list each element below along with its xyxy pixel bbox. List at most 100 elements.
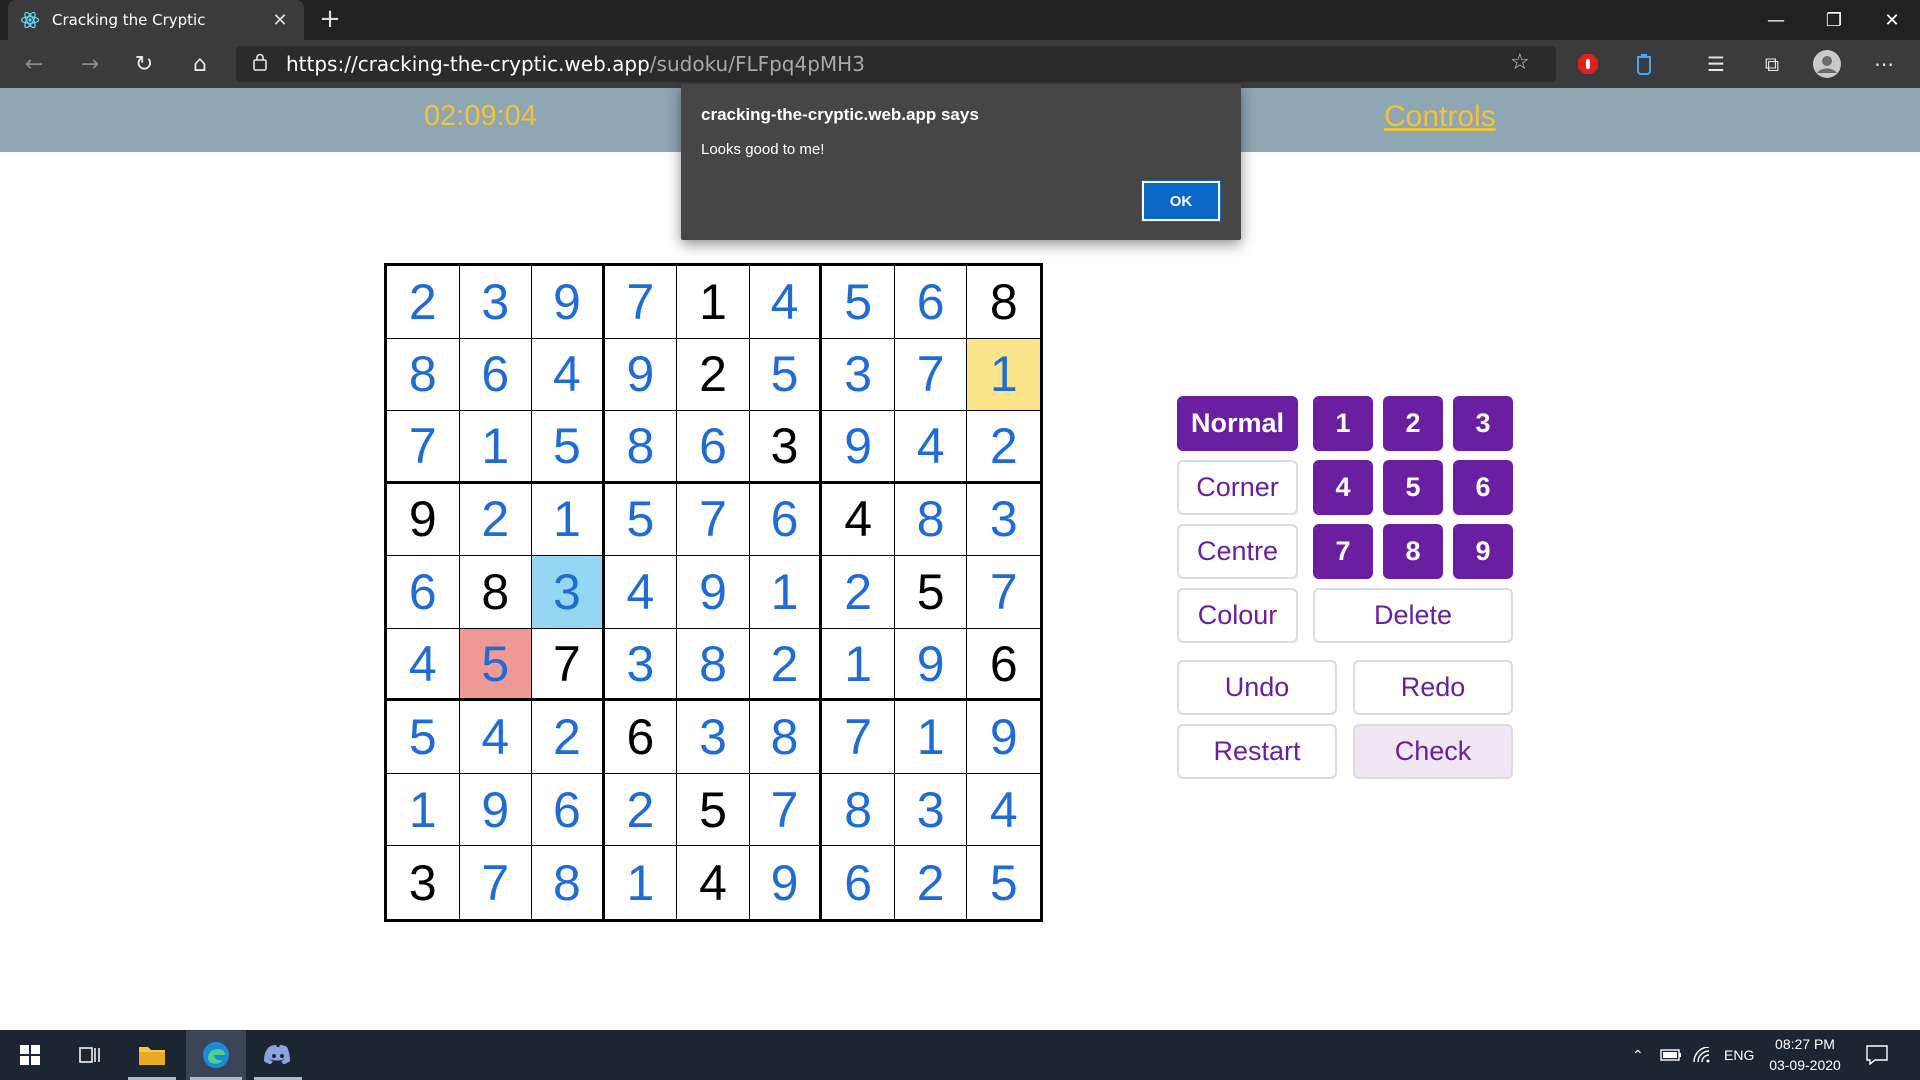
check-button[interactable]: Check	[1353, 724, 1513, 779]
delete-button[interactable]: Delete	[1313, 588, 1513, 643]
sudoku-cell[interactable]: 3	[604, 628, 678, 702]
show-hidden-icons[interactable]: ⌃	[1632, 1030, 1644, 1080]
sudoku-cell[interactable]: 7	[460, 846, 533, 919]
collections-icon[interactable]: ⧉	[1758, 50, 1786, 78]
sudoku-cell[interactable]: 8	[967, 266, 1040, 339]
sudoku-cell[interactable]: 4	[749, 266, 823, 339]
sudoku-cell[interactable]: 5	[822, 266, 895, 339]
digit-2-button[interactable]: 2	[1383, 396, 1443, 451]
notifications-icon[interactable]	[1866, 1030, 1888, 1080]
sudoku-cell[interactable]: 5	[459, 628, 533, 702]
sudoku-cell[interactable]: 1	[677, 266, 750, 339]
normal-mode-button[interactable]: Normal	[1177, 396, 1298, 451]
sudoku-cell[interactable]: 9	[387, 483, 460, 557]
sudoku-cell[interactable]: 3	[822, 338, 895, 412]
sudoku-cell[interactable]: 1	[967, 338, 1040, 412]
sudoku-cell[interactable]: 3	[749, 411, 823, 484]
windows-start-icon[interactable]	[2, 1030, 58, 1080]
favorite-star-icon[interactable]: ☆	[1510, 50, 1530, 75]
colour-mode-button[interactable]: Colour	[1177, 588, 1298, 643]
corner-mode-button[interactable]: Corner	[1177, 460, 1298, 515]
sudoku-cell[interactable]: 8	[822, 773, 895, 847]
discord-icon[interactable]	[250, 1030, 306, 1080]
digit-4-button[interactable]: 4	[1313, 460, 1373, 515]
forward-arrow-icon[interactable]: →	[72, 48, 108, 80]
sudoku-cell[interactable]: 8	[894, 483, 968, 557]
sudoku-cell[interactable]: 8	[387, 338, 460, 412]
dialog-ok-button[interactable]: OK	[1141, 180, 1221, 222]
sudoku-cell[interactable]: 2	[459, 483, 533, 557]
sudoku-cell[interactable]: 9	[822, 411, 895, 484]
language-indicator[interactable]: ENG	[1724, 1030, 1754, 1080]
system-clock[interactable]: 08:27 PM 03-09-2020	[1760, 1034, 1850, 1076]
sudoku-cell[interactable]: 4	[532, 338, 605, 412]
more-options-icon[interactable]: ⋯	[1870, 50, 1898, 78]
sudoku-cell[interactable]: 9	[532, 266, 605, 339]
sudoku-cell[interactable]: 1	[894, 701, 968, 774]
home-icon[interactable]: ⌂	[182, 48, 218, 80]
sudoku-cell[interactable]: 4	[604, 556, 678, 629]
digit-9-button[interactable]: 9	[1453, 524, 1513, 579]
wifi-icon[interactable]	[1692, 1030, 1712, 1080]
digit-7-button[interactable]: 7	[1313, 524, 1373, 579]
restart-button[interactable]: Restart	[1177, 724, 1337, 779]
sudoku-cell[interactable]: 4	[894, 411, 968, 484]
minimize-icon[interactable]: —	[1748, 0, 1804, 40]
redo-button[interactable]: Redo	[1353, 660, 1513, 715]
address-bar[interactable]: https://cracking-the-cryptic.web.app/sud…	[236, 46, 1556, 82]
task-view-icon[interactable]	[62, 1030, 118, 1080]
edge-browser-icon[interactable]	[186, 1030, 246, 1080]
sudoku-cell[interactable]: 9	[677, 556, 750, 629]
sudoku-cell[interactable]: 1	[749, 556, 823, 629]
new-tab-icon[interactable]: +	[316, 6, 344, 34]
sudoku-cell[interactable]: 3	[677, 701, 750, 774]
centre-mode-button[interactable]: Centre	[1177, 524, 1298, 579]
sudoku-cell[interactable]: 7	[387, 411, 460, 484]
sudoku-cell[interactable]: 4	[822, 483, 895, 557]
sudoku-cell[interactable]: 5	[894, 556, 968, 629]
refresh-icon[interactable]: ↻	[126, 48, 162, 80]
restore-icon[interactable]: ❐	[1806, 0, 1862, 40]
sudoku-cell[interactable]: 2	[532, 701, 605, 774]
sudoku-cell[interactable]: 4	[967, 774, 1040, 847]
sudoku-cell[interactable]: 8	[749, 701, 823, 774]
sudoku-cell[interactable]: 6	[532, 773, 605, 847]
sudoku-cell[interactable]: 8	[532, 846, 605, 919]
sudoku-cell[interactable]: 7	[677, 483, 750, 557]
sudoku-cell[interactable]: 1	[532, 483, 605, 557]
sudoku-cell[interactable]: 2	[387, 266, 460, 339]
sudoku-cell[interactable]: 2	[895, 846, 968, 919]
sudoku-cell[interactable]: 5	[532, 411, 605, 484]
sudoku-cell[interactable]: 9	[894, 628, 968, 702]
sudoku-cell[interactable]: 6	[387, 556, 460, 629]
sudoku-cell[interactable]: 1	[459, 411, 533, 484]
favorites-list-icon[interactable]: ☰	[1702, 50, 1730, 78]
digit-3-button[interactable]: 3	[1453, 396, 1513, 451]
sudoku-cell[interactable]: 6	[822, 846, 895, 919]
controls-link[interactable]: Controls	[1384, 100, 1496, 134]
profile-avatar-icon[interactable]	[1813, 50, 1841, 78]
sudoku-cell[interactable]: 3	[387, 846, 460, 919]
sudoku-cell[interactable]: 8	[459, 556, 533, 629]
sudoku-cell[interactable]: 5	[749, 338, 823, 412]
sudoku-cell[interactable]: 2	[967, 411, 1040, 484]
sudoku-cell[interactable]: 8	[677, 628, 750, 702]
back-arrow-icon[interactable]: ←	[16, 48, 52, 80]
sudoku-cell[interactable]: 3	[894, 773, 968, 847]
sudoku-cell[interactable]: 4	[387, 628, 460, 702]
sudoku-cell[interactable]: 1	[605, 846, 678, 919]
sudoku-cell[interactable]: 7	[967, 556, 1040, 629]
sudoku-cell[interactable]: 7	[749, 773, 823, 847]
sudoku-cell[interactable]: 8	[604, 411, 678, 484]
sudoku-cell[interactable]: 5	[604, 483, 678, 557]
extension-icon[interactable]	[1630, 50, 1658, 78]
sudoku-cell[interactable]: 3	[967, 484, 1040, 557]
sudoku-cell[interactable]: 9	[750, 846, 823, 919]
sudoku-cell[interactable]: 2	[677, 338, 750, 412]
sudoku-cell[interactable]: 3	[459, 266, 533, 339]
sudoku-cell[interactable]: 7	[822, 701, 895, 774]
sudoku-cell[interactable]: 7	[604, 266, 678, 339]
sudoku-cell[interactable]: 4	[677, 846, 750, 919]
sudoku-cell[interactable]: 2	[822, 556, 895, 629]
close-window-icon[interactable]: ✕	[1864, 0, 1920, 40]
